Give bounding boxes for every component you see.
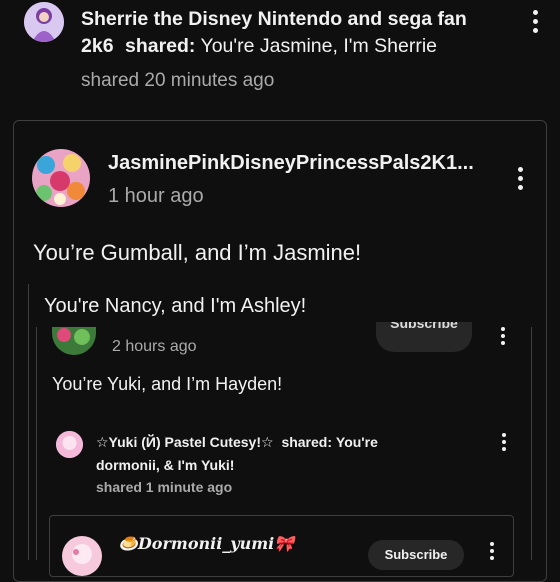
subscribe-label: Subscribe: [390, 322, 458, 331]
post-title: You're Jasmine, I'm Sherrie: [200, 35, 438, 57]
screenshot-caption: You're Nancy, and I'm Ashley!: [44, 295, 307, 317]
avatar-image: [56, 431, 83, 458]
post-time: shared 20 minutes ago: [81, 70, 275, 91]
avatar-image: [62, 536, 102, 576]
screenshot-subscribe-button[interactable]: Subscribe: [376, 322, 472, 352]
shared-post-time: 1 hour ago: [108, 185, 204, 207]
post-menu-button[interactable]: [523, 6, 547, 36]
shared-post-text: You’re Gumball, and I’m Jasmine!: [33, 240, 362, 265]
nested-share-header: ☆Yuki (Й) Pastel Cutesy!☆ shared: You're…: [96, 431, 476, 477]
nested-inner-author: 🍮Dormonii_yumi🎀: [118, 534, 295, 553]
nested-inner-menu-button[interactable]: [480, 542, 504, 560]
nested-shared-label: shared:: [281, 434, 333, 450]
nested-share-title-1: You're: [335, 434, 378, 450]
more-vert-icon: [532, 9, 538, 15]
post-author-avatar[interactable]: [24, 2, 64, 42]
nested-share-author: ☆Yuki (Й) Pastel Cutesy!☆: [96, 434, 274, 450]
avatar-image: [32, 149, 90, 207]
nested-share-time: shared 1 minute ago: [96, 479, 233, 495]
shared-post-menu-button[interactable]: [508, 163, 532, 193]
screenshot-time: 2 hours ago: [112, 338, 197, 355]
screenshot-menu-button[interactable]: [491, 325, 515, 347]
more-vert-icon: [490, 542, 494, 546]
nested-share-avatar: [56, 431, 83, 458]
shared-post-avatar[interactable]: [32, 149, 90, 207]
post-header-text: Sherrie the Disney Nintendo and sega fan…: [81, 6, 501, 60]
shared-label: shared:: [124, 35, 196, 57]
shared-post-author[interactable]: JasminePinkDisneyPrincessPals2K1...: [108, 152, 498, 175]
nested-share-title-2: dormonii, & I'm Yuki!: [96, 457, 235, 473]
nested-share-menu-button[interactable]: [492, 431, 516, 453]
more-vert-icon: [517, 166, 523, 172]
screenshot-text: You’re Yuki, and I’m Hayden!: [52, 374, 283, 394]
nested-inner-avatar: [62, 536, 102, 576]
more-vert-icon: [502, 433, 506, 437]
nested-inner-subscribe-button[interactable]: Subscribe: [368, 540, 464, 570]
more-vert-icon: [501, 327, 505, 331]
avatar-image: [24, 2, 64, 42]
